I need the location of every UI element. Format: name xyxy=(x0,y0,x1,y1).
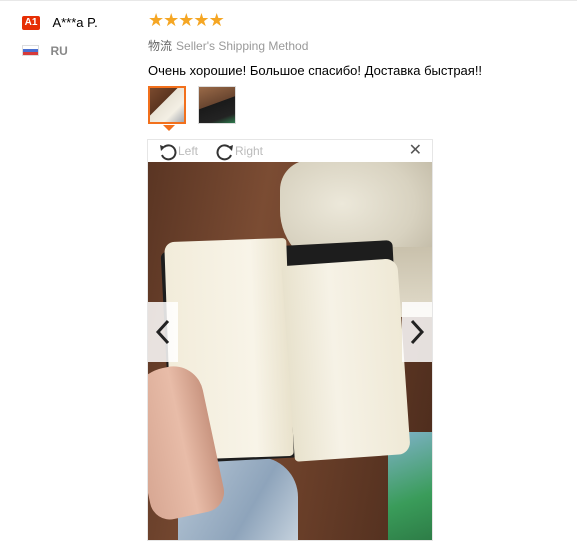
selected-thumbnail-indicator xyxy=(163,125,175,131)
photo-viewer: Left Right ✕ xyxy=(147,139,433,541)
photo-thumbnail-1[interactable] xyxy=(148,86,186,124)
review-photo xyxy=(148,162,432,540)
next-photo-button[interactable] xyxy=(402,302,432,362)
review-content: ★★★★★ 物流 Seller's Shipping Method Очень х… xyxy=(148,10,568,131)
thumbnail-image xyxy=(150,88,184,122)
shipping-method: Seller's Shipping Method xyxy=(176,39,309,53)
shipping-info: 物流 Seller's Shipping Method xyxy=(148,37,568,54)
photo-thumbnail-2[interactable] xyxy=(198,86,236,124)
chevron-left-icon xyxy=(155,319,170,345)
viewer-toolbar: Left Right ✕ xyxy=(148,140,432,162)
buyer-level-badge: A1 xyxy=(22,15,40,30)
rotate-left-label: Left xyxy=(178,144,199,158)
reviewer-country: RU xyxy=(22,42,137,60)
chevron-right-icon xyxy=(410,319,425,345)
photo-thumbnails xyxy=(148,86,568,131)
thumbnail-image xyxy=(199,87,235,123)
shipping-prefix: 物流 xyxy=(148,39,173,53)
top-divider xyxy=(0,0,577,1)
star-icon: ★ xyxy=(178,10,195,30)
rotate-right-label: Right xyxy=(235,144,264,158)
star-rating: ★★★★★ xyxy=(148,10,568,30)
feedback-text: Очень хорошие! Большое спасибо! Доставка… xyxy=(148,63,483,78)
reviewer-name: A***a P. xyxy=(52,15,98,31)
star-icon: ★ xyxy=(148,10,165,30)
rotate-right-button[interactable]: Right xyxy=(215,142,264,161)
previous-photo-button[interactable] xyxy=(148,302,178,362)
reviewer-info: A1 A***a P. RU xyxy=(22,14,137,60)
reviewer-row: A1 A***a P. xyxy=(22,14,137,32)
star-icon: ★ xyxy=(208,10,225,30)
close-viewer-button[interactable]: ✕ xyxy=(409,142,422,160)
russia-flag-icon xyxy=(22,45,39,57)
rotate-left-button[interactable]: Left xyxy=(158,142,199,161)
rotate-right-icon xyxy=(216,144,233,161)
star-icon: ★ xyxy=(163,10,180,30)
rotate-left-icon xyxy=(160,144,177,161)
country-code: RU xyxy=(50,43,68,58)
star-icon: ★ xyxy=(193,10,210,30)
